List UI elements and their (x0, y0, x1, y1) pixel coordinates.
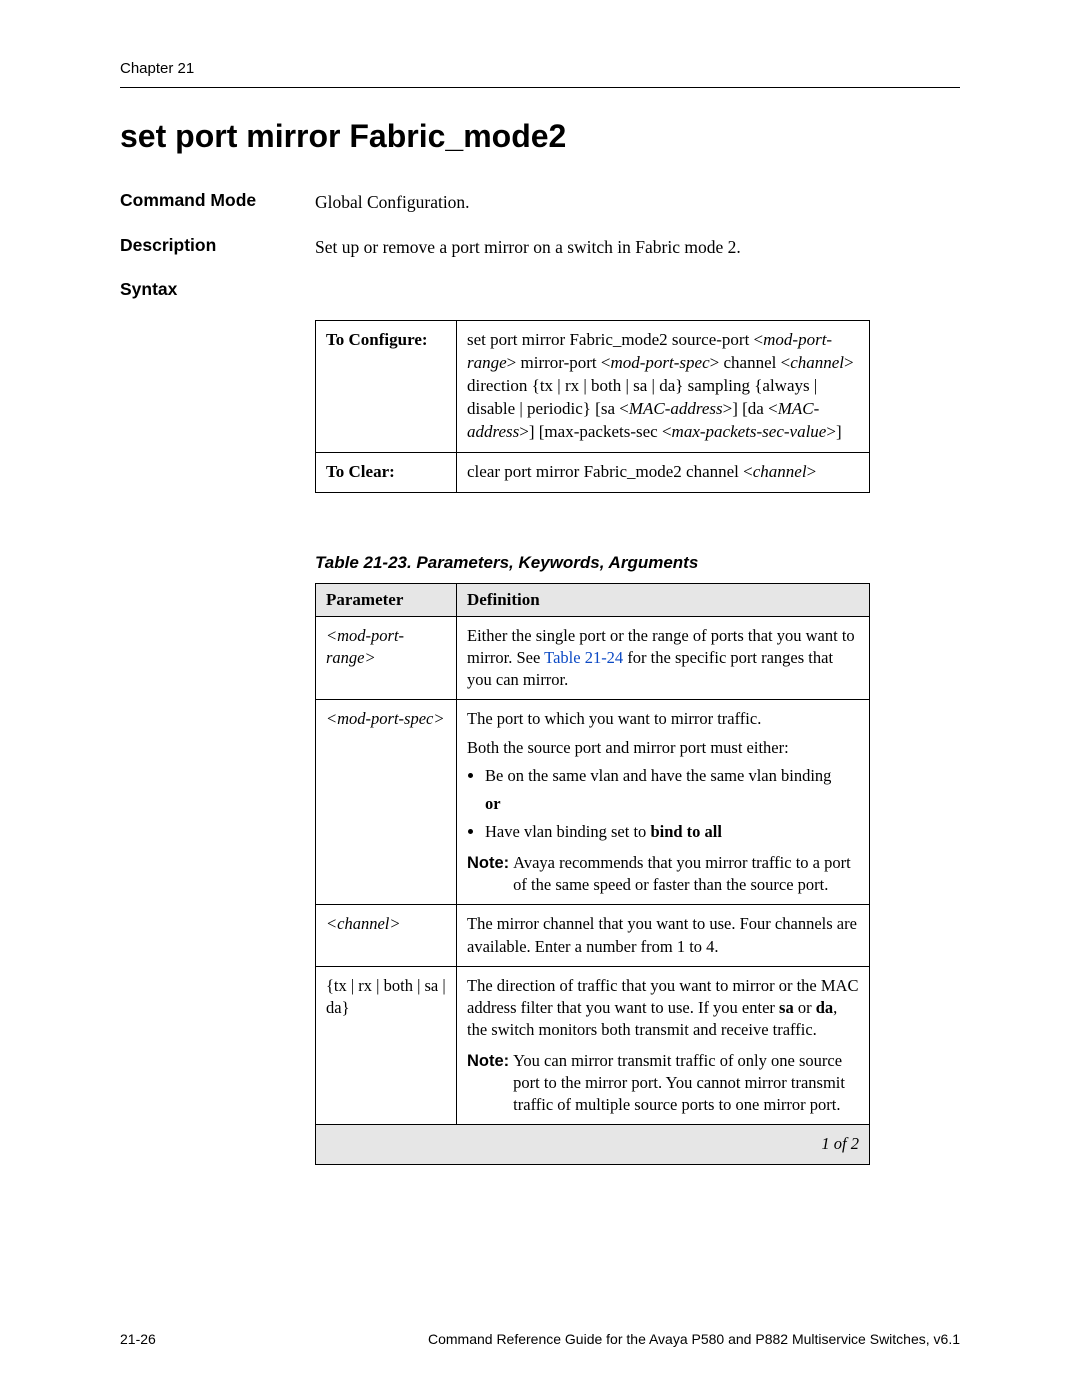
text: Both the source port and mirror port mus… (467, 737, 859, 759)
param-table-caption: Table 21-23. Parameters, Keywords, Argum… (315, 553, 960, 573)
header-rule (120, 87, 960, 88)
command-mode-label: Command Mode (120, 190, 315, 215)
param-cell: <channel> (316, 905, 457, 967)
param-text: mod-port-spec (610, 353, 709, 372)
note: Note: You can mirror transmit traffic of… (467, 1050, 859, 1117)
syntax-table: To Configure: set port mirror Fabric_mod… (315, 320, 870, 493)
bullet-list: Be on the same vlan and have the same vl… (485, 765, 859, 787)
definition-header: Definition (457, 583, 870, 616)
definition-cell: Either the single port or the range of p… (457, 616, 870, 700)
param-text: channel (753, 462, 807, 481)
page-number: 21-26 (120, 1331, 156, 1347)
text: > (807, 462, 817, 481)
syntax-configure-row: To Configure: set port mirror Fabric_mod… (316, 321, 870, 453)
definition-cell: The direction of traffic that you want t… (457, 966, 870, 1125)
command-mode-value: Global Configuration. (315, 190, 470, 215)
text: clear port mirror Fabric_mode2 channel < (467, 462, 753, 481)
description-row: Description Set up or remove a port mirr… (120, 235, 960, 260)
syntax-clear-label: To Clear: (316, 452, 457, 492)
param-header: Parameter (316, 583, 457, 616)
text: or (794, 998, 816, 1017)
chapter-header: Chapter 21 (120, 60, 960, 77)
param-text: max-packets-sec-value (672, 422, 827, 441)
text: >] [da < (723, 399, 778, 418)
text: set port mirror Fabric_mode2 source-port… (467, 330, 763, 349)
param-table: Parameter Definition <mod-port-range> Ei… (315, 583, 870, 1165)
text: > mirror-port < (507, 353, 611, 372)
bold-text: da (816, 998, 833, 1017)
param-cell: <mod-port-spec> (316, 700, 457, 905)
text: >] (826, 422, 841, 441)
footer-title: Command Reference Guide for the Avaya P5… (428, 1331, 960, 1347)
bold-text: bind to all (650, 822, 722, 841)
description-value: Set up or remove a port mirror on a swit… (315, 235, 741, 260)
syntax-table-wrapper: To Configure: set port mirror Fabric_mod… (315, 320, 960, 493)
param-text: channel (790, 353, 844, 372)
page-title: set port mirror Fabric_mode2 (120, 118, 960, 155)
table-row: <mod-port-range> Either the single port … (316, 616, 870, 700)
document-page: Chapter 21 set port mirror Fabric_mode2 … (0, 0, 1080, 1397)
syntax-clear-row: To Clear: clear port mirror Fabric_mode2… (316, 452, 870, 492)
definition-cell: The mirror channel that you want to use.… (457, 905, 870, 967)
bullet-list: Have vlan binding set to bind to all (485, 821, 859, 843)
param-table-header-row: Parameter Definition (316, 583, 870, 616)
syntax-configure-value: set port mirror Fabric_mode2 source-port… (457, 321, 870, 453)
syntax-label: Syntax (120, 279, 315, 300)
or-label: or (485, 793, 859, 815)
text: >] [max-packets-sec < (519, 422, 671, 441)
command-mode-row: Command Mode Global Configuration. (120, 190, 960, 215)
syntax-row: Syntax (120, 279, 960, 300)
text: > channel < (710, 353, 791, 372)
param-cell: {tx | rx | both | sa | da} (316, 966, 457, 1125)
param-text: MAC-address (629, 399, 723, 418)
text: The direction of traffic that you want t… (467, 975, 859, 1042)
text: The port to which you want to mirror tra… (467, 708, 859, 730)
description-label: Description (120, 235, 315, 260)
page-indicator: 1 of 2 (316, 1125, 870, 1164)
list-item: Have vlan binding set to bind to all (485, 821, 859, 843)
note-text: Avaya recommends that you mirror traffic… (513, 852, 859, 897)
page-footer: 21-26 Command Reference Guide for the Av… (120, 1331, 960, 1347)
note-label: Note: (467, 1050, 509, 1117)
note: Note: Avaya recommends that you mirror t… (467, 852, 859, 897)
param-cell: <mod-port-range> (316, 616, 457, 700)
list-item: Be on the same vlan and have the same vl… (485, 765, 859, 787)
syntax-configure-label: To Configure: (316, 321, 457, 453)
text: Have vlan binding set to (485, 822, 650, 841)
note-label: Note: (467, 852, 509, 897)
table-link[interactable]: Table 21-24 (544, 648, 623, 667)
table-row: <channel> The mirror channel that you wa… (316, 905, 870, 967)
definition-cell: The port to which you want to mirror tra… (457, 700, 870, 905)
syntax-clear-value: clear port mirror Fabric_mode2 channel <… (457, 452, 870, 492)
bold-text: sa (779, 998, 794, 1017)
table-row: {tx | rx | both | sa | da} The direction… (316, 966, 870, 1125)
param-table-footer: 1 of 2 (316, 1125, 870, 1164)
note-text: You can mirror transmit traffic of only … (513, 1050, 859, 1117)
table-row: <mod-port-spec> The port to which you wa… (316, 700, 870, 905)
